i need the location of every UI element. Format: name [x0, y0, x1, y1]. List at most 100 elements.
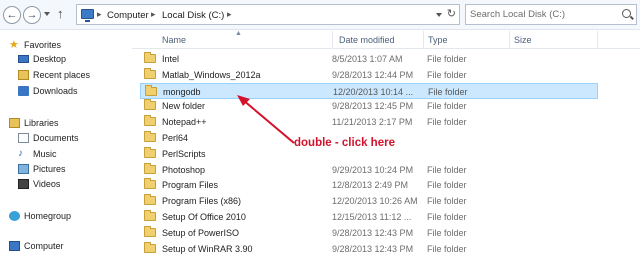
- breadcrumb-local-disk[interactable]: Local Disk (C:): [162, 10, 224, 21]
- folder-icon: [144, 146, 156, 158]
- nav-videos-label: Videos: [33, 179, 61, 189]
- search-box[interactable]: [465, 4, 637, 25]
- nav-pictures-label: Pictures: [33, 164, 66, 174]
- file-row[interactable]: Intel 8/5/2013 1:07 AM File folder: [140, 51, 598, 67]
- desktop-icon: [18, 55, 29, 63]
- column-header-name[interactable]: Name: [162, 35, 186, 45]
- file-row[interactable]: Setup of PowerISO 9/28/2013 12:43 PM File …: [140, 225, 598, 241]
- nav-homegroup-label: Homegroup: [24, 211, 72, 221]
- documents-icon: [18, 133, 29, 143]
- pictures-icon: [18, 164, 29, 174]
- file-type: File folder: [427, 69, 467, 80]
- file-type: File folder: [427, 196, 467, 207]
- folder-icon: [144, 99, 156, 111]
- breadcrumb-computer[interactable]: Computer: [107, 10, 149, 21]
- file-type: File folder: [427, 180, 467, 191]
- computer-icon: [81, 9, 94, 22]
- libraries-icon: [9, 118, 20, 128]
- file-name: mongodb: [163, 86, 201, 97]
- file-date-modified: 9/28/2013 12:44 PM: [332, 69, 414, 80]
- file-name: PerlScripts: [162, 148, 206, 159]
- breadcrumb-separator-icon[interactable]: ▸: [227, 9, 232, 20]
- nav-recent-label: Recent places: [33, 70, 91, 80]
- column-divider[interactable]: [423, 31, 424, 49]
- breadcrumb-separator-icon[interactable]: ▸: [97, 9, 102, 20]
- file-type: File folder: [427, 54, 467, 64]
- file-name: New folder: [162, 101, 206, 112]
- file-type: File folder: [427, 164, 467, 175]
- downloads-icon: [18, 86, 29, 96]
- file-row-selected[interactable]: mongodb 12/20/2013 10:14 ... File folder: [140, 82, 598, 99]
- file-row[interactable]: Notepad++ 11/21/2013 2:17 PM File folder: [140, 114, 598, 130]
- sort-ascending-icon: ▲: [235, 30, 242, 37]
- address-bar[interactable]: ▸ Computer ▸ Local Disk (C:) ▸ ↻: [76, 4, 460, 25]
- file-name: Setup Of Office 2010: [162, 212, 246, 222]
- file-date-modified: 9/29/2013 10:24 PM: [332, 164, 414, 175]
- file-type: File folder: [427, 227, 467, 238]
- folder-icon: [144, 225, 156, 237]
- file-date-modified: 12/20/2013 10:26 AM: [332, 196, 418, 207]
- file-type: File folder: [427, 243, 467, 254]
- file-name: Program Files (x86): [162, 196, 242, 207]
- column-divider[interactable]: [597, 31, 598, 49]
- folder-icon: [144, 162, 156, 174]
- file-row[interactable]: Matlab_Windows_2012a 9/28/2013 12:44 PM Fi…: [140, 67, 598, 83]
- file-name: Program Files: [162, 180, 219, 191]
- column-divider[interactable]: [509, 31, 510, 49]
- homegroup-icon: [9, 211, 20, 221]
- navigation-pane: ★ Favorites Desktop Recent places Downlo…: [0, 31, 132, 254]
- file-date-modified: 12/15/2013 11:12 ...: [332, 212, 412, 222]
- file-name: Setup of PowerISO: [162, 227, 240, 238]
- forward-button[interactable]: →: [23, 6, 41, 24]
- file-name: Intel: [162, 54, 180, 64]
- file-type: File folder: [428, 86, 468, 97]
- folder-icon: [145, 84, 157, 96]
- file-name: Photoshop: [162, 164, 206, 175]
- music-note-icon: ♪: [18, 148, 23, 159]
- recent-places-icon: [18, 70, 29, 80]
- nav-computer-label: Computer: [24, 241, 64, 251]
- file-row[interactable]: Program Files 12/8/2013 2:49 PM File folde…: [140, 177, 598, 193]
- column-header-date[interactable]: Date modified: [339, 35, 395, 45]
- search-input[interactable]: [470, 7, 620, 22]
- file-name: Perl64: [162, 133, 189, 143]
- address-history-chevron-down-icon[interactable]: [436, 13, 442, 17]
- column-header-type[interactable]: Type: [428, 35, 448, 45]
- refresh-button[interactable]: ↻: [447, 8, 456, 21]
- annotation-text: double - click here: [294, 137, 395, 149]
- folder-icon: [144, 178, 156, 190]
- up-button[interactable]: ↑: [57, 6, 64, 22]
- file-row[interactable]: Setup Of Office 2010 12/15/2013 11:12 ...…: [140, 209, 598, 225]
- column-header-size[interactable]: Size: [514, 35, 532, 45]
- file-date-modified: 11/21/2013 2:17 PM: [332, 117, 413, 128]
- breadcrumb-separator-icon[interactable]: ▸: [151, 9, 156, 20]
- file-row[interactable]: Photoshop 9/29/2013 10:24 PM File folder: [140, 162, 598, 178]
- file-name: Notepad++: [162, 117, 207, 128]
- videos-icon: [18, 179, 29, 189]
- folder-icon: [144, 115, 156, 127]
- file-date-modified: 9/28/2013 12:43 PM: [332, 243, 414, 254]
- file-date-modified: 12/20/2013 10:14 ...: [333, 86, 414, 97]
- nav-favorites-label: Favorites: [24, 40, 62, 50]
- search-icon[interactable]: [622, 9, 631, 18]
- folder-icon: [144, 241, 156, 253]
- folder-icon: [144, 131, 156, 142]
- folder-icon: [144, 210, 156, 221]
- folder-icon: [144, 67, 156, 79]
- address-toolbar: ← → ↑ ▸ Computer ▸ Local Disk (C:) ▸ ↻: [0, 0, 640, 30]
- nav-documents-label: Documents: [33, 133, 79, 143]
- file-row[interactable]: Setup of WinRAR 3.90 9/28/2013 12:43 PM Fi…: [140, 241, 598, 254]
- folder-icon: [144, 52, 156, 63]
- file-row[interactable]: New folder 9/28/2013 12:45 PM File folder: [140, 98, 598, 114]
- column-divider[interactable]: [332, 31, 333, 49]
- star-icon: ★: [9, 39, 19, 51]
- recent-locations-chevron-down-icon[interactable]: [44, 12, 50, 16]
- file-date-modified: 9/28/2013 12:43 PM: [332, 227, 414, 238]
- back-button[interactable]: ←: [3, 6, 21, 24]
- file-date-modified: 9/28/2013 12:45 PM: [332, 101, 414, 112]
- file-row[interactable]: Program Files (x86) 12/20/2013 10:26 AM Fi…: [140, 193, 598, 209]
- nav-music-label: Music: [33, 149, 57, 159]
- column-header-row: ▲ Name Date modified Type Size: [132, 30, 640, 49]
- file-type: File folder: [427, 117, 467, 128]
- folder-icon: [144, 194, 156, 206]
